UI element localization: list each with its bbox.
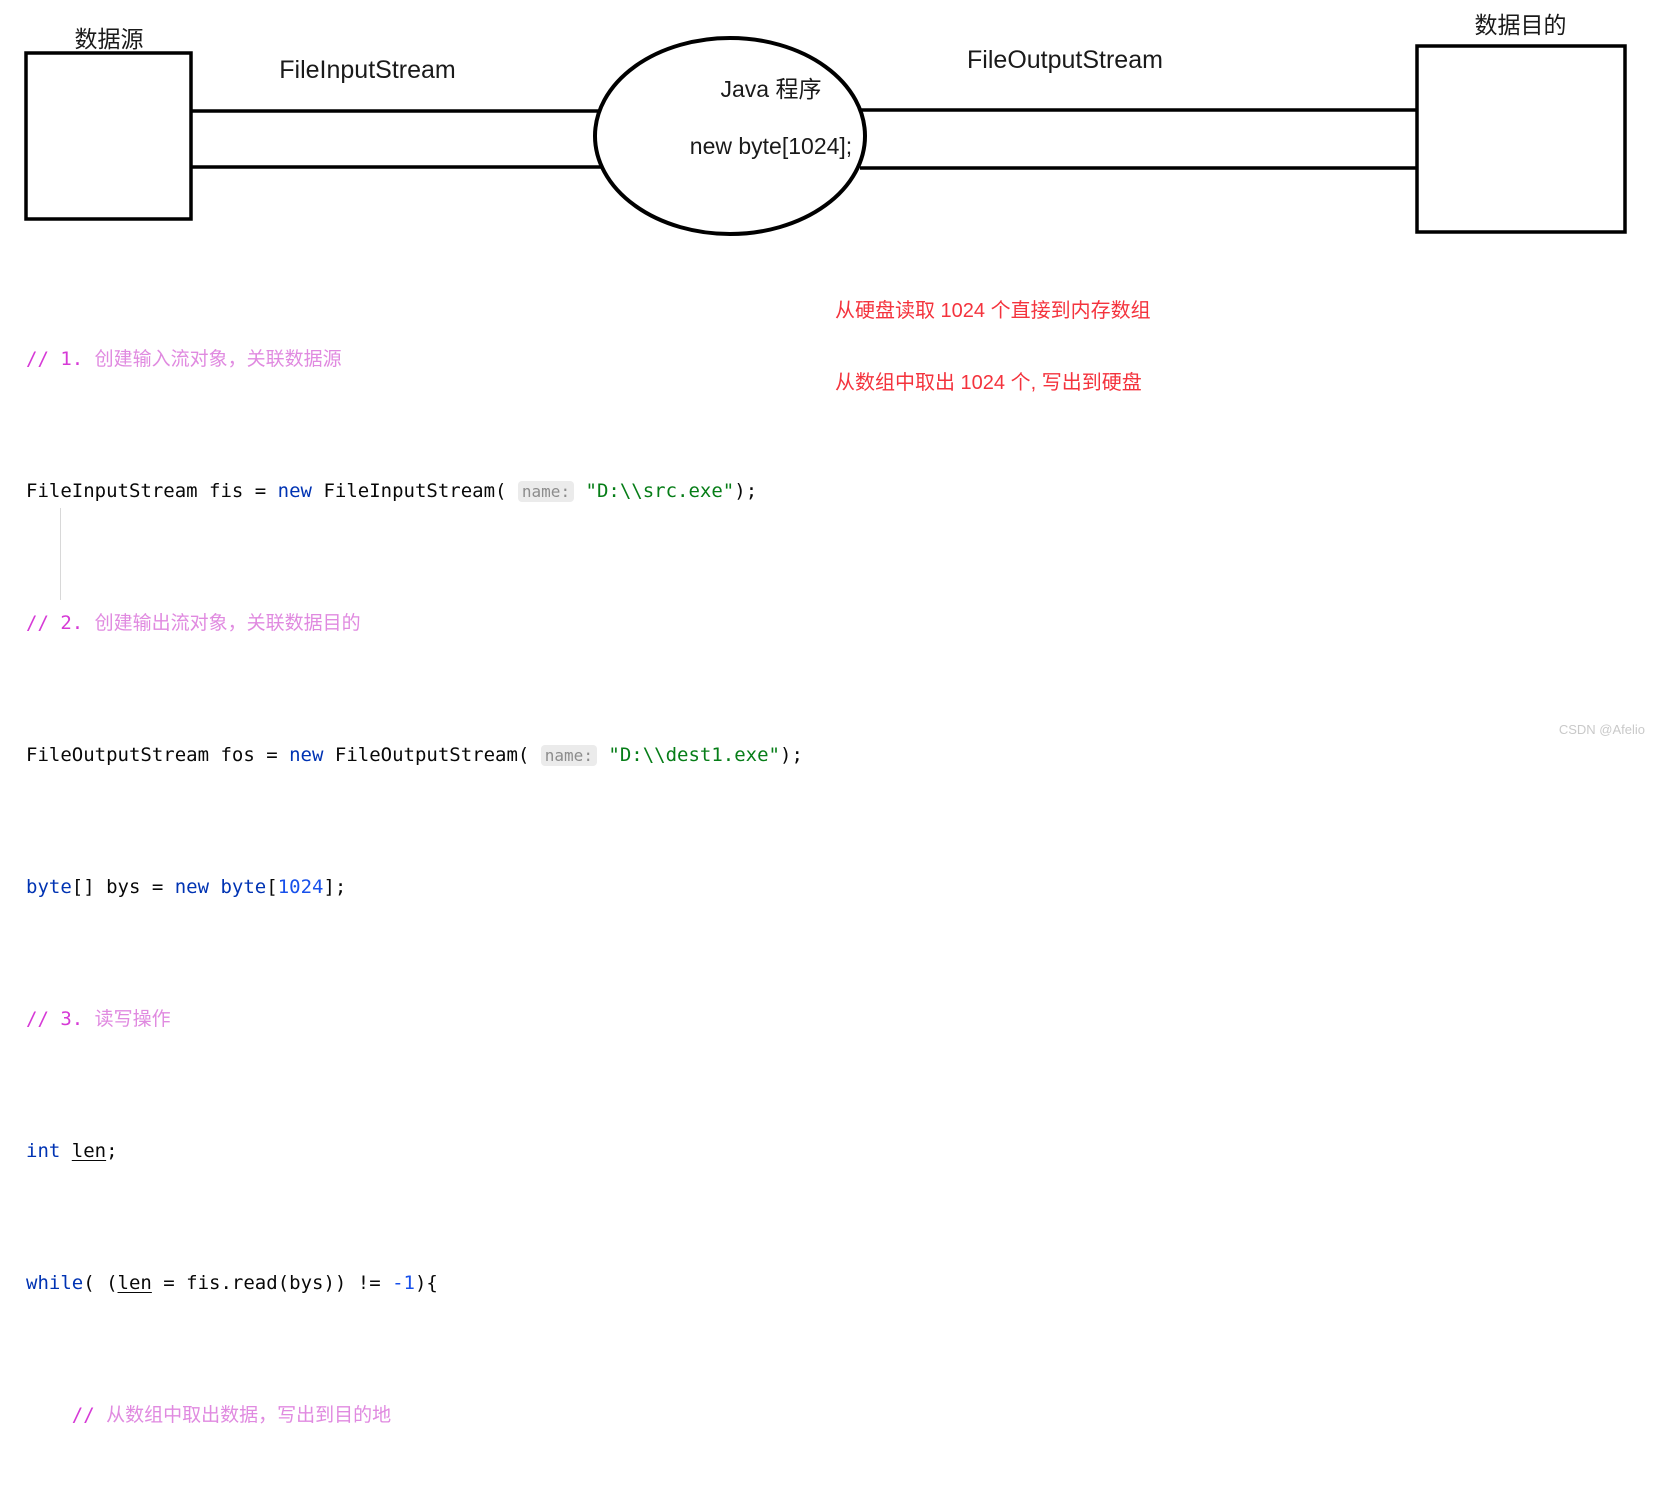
param-hint-name: name:	[540, 745, 597, 766]
int-keyword: int	[26, 1140, 61, 1162]
comment-text: 创建输入流对象，关联数据源	[83, 348, 342, 370]
param-hint-name: name:	[517, 481, 575, 502]
type-token: FileOutputStream	[26, 744, 210, 766]
code-line-while: while( (len = fis.read(bys)) != -1){	[26, 1267, 803, 1300]
minus-one-literal: -1	[392, 1272, 415, 1294]
io-stream-diagram: 数据源 FileInputStream Java 程序 new byte[102…	[0, 0, 1655, 245]
paren-open: ( (	[83, 1272, 118, 1294]
line-tail: ;	[106, 1140, 118, 1162]
new-keyword: new	[277, 480, 312, 502]
string-literal: "D:\\src.exe"	[585, 480, 735, 502]
data-dest-box	[1415, 44, 1627, 234]
file-input-stream-label: FileInputStream	[279, 56, 456, 84]
var-token: fis =	[197, 480, 278, 502]
var-token: fos =	[209, 744, 290, 766]
data-dest-label: 数据目的	[1474, 12, 1567, 38]
data-source-box	[24, 51, 193, 221]
ctor-token: FileOutputStream(	[323, 744, 541, 766]
byte-keyword-2: byte	[209, 876, 267, 898]
diagram-shapes	[24, 36, 1627, 236]
file-output-stream-label: FileOutputStream	[967, 46, 1163, 74]
buffer-size-literal: 1024	[277, 876, 324, 898]
line-tail: );	[780, 744, 803, 766]
data-source-label: 数据源	[74, 26, 144, 52]
type-token: FileInputStream	[26, 480, 198, 502]
code-line-comment-2: // 2. 创建输出流对象，关联数据目的	[26, 607, 803, 640]
code-line-comment-3: // 3. 读写操作	[26, 1003, 803, 1036]
len-variable: len	[117, 1272, 152, 1294]
code-line-byte-array: byte[] bys = new byte[1024];	[26, 871, 803, 904]
code-line-comment-1: // 1. 创建输入流对象，关联数据源	[26, 343, 803, 376]
csdn-watermark: CSDN @Afelio	[1558, 722, 1645, 737]
byte-buffer-label: new byte[1024];	[689, 133, 853, 159]
java-code-block: // 1. 创建输入流对象，关联数据源 FileInputStream fis …	[26, 244, 803, 1486]
comment-marker: // 2.	[26, 612, 84, 634]
java-program-label: Java 程序	[720, 76, 822, 102]
new-keyword: new	[289, 744, 324, 766]
comment-text: 读写操作	[83, 1008, 171, 1030]
byte-keyword: byte	[26, 876, 72, 898]
string-literal: "D:\\dest1.exe"	[608, 744, 780, 766]
comment-marker: // 3.	[26, 1008, 84, 1030]
line-tail: ){	[414, 1272, 438, 1294]
comment-marker: //	[71, 1404, 95, 1426]
var-token: [] bys =	[71, 876, 175, 898]
code-line-comment-4: // 从数组中取出数据，写出到目的地	[26, 1399, 803, 1432]
code-line-new-fis: FileInputStream fis = new FileInputStrea…	[26, 475, 803, 508]
code-line-new-fos: FileOutputStream fos = new FileOutputStr…	[26, 739, 803, 772]
bracket-open: [	[266, 876, 278, 898]
read-call: = fis.read(bys)) !=	[151, 1272, 393, 1294]
comment-marker: // 1.	[26, 348, 84, 370]
annotation-read-note: 从硬盘读取 1024 个直接到内存数组	[835, 300, 1151, 322]
new-keyword: new	[174, 876, 210, 898]
comment-text: 从数组中取出数据，写出到目的地	[94, 1404, 392, 1426]
ctor-token: FileInputStream(	[312, 480, 518, 502]
while-keyword: while	[26, 1272, 84, 1294]
code-line-int-len: int len;	[26, 1135, 803, 1168]
comment-text: 创建输出流对象，关联数据目的	[83, 612, 361, 634]
annotation-write-note: 从数组中取出 1024 个, 写出到硬盘	[835, 372, 1142, 394]
bracket-close: ];	[323, 876, 347, 898]
line-tail: );	[734, 480, 758, 502]
len-variable: len	[71, 1140, 107, 1162]
